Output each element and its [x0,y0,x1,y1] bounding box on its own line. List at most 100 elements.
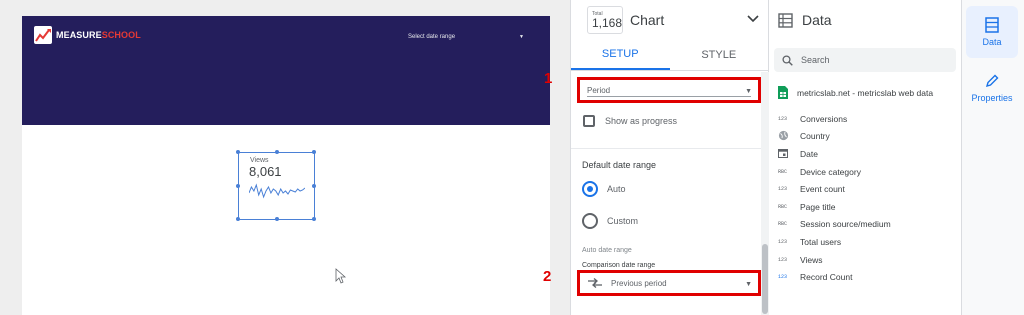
chart-type-bar: Total 1,168 Chart [571,0,768,40]
table-icon [778,12,793,28]
field-name: Device category [800,166,861,177]
radio-custom[interactable] [582,213,598,229]
dropdown-arrow-icon: ▼ [745,281,752,288]
resize-handle-ml[interactable] [236,184,240,188]
resize-handle-tl[interactable] [236,150,240,154]
comparison-date-range-heading: Comparison date range [582,262,656,269]
mouse-pointer-icon [335,268,347,284]
data-panel-header: Data [769,0,961,40]
rail-data-button[interactable]: Data [966,6,1018,58]
comparison-period-value: Previous period [611,278,667,288]
field-name: Session source/medium [800,219,891,230]
dropdown-arrow-icon: ▼ [745,88,752,95]
radio-custom-label: Custom [607,216,639,226]
field-item[interactable]: RBC Page title [778,198,891,216]
chevron-down-icon[interactable] [746,12,760,26]
default-date-range-heading: Default date range [582,160,657,170]
data-panel: Data Search metricslab.net - metricslab … [769,0,962,315]
google-sheets-icon [778,86,788,99]
field-name: Event count [800,184,845,195]
report-page: MEASURE SCHOOL Select date range ▼ Views … [22,16,550,315]
field-name: Conversions [800,113,848,124]
report-canvas: MEASURE SCHOOL Select date range ▼ Views … [0,0,570,315]
field-name: Record Count [800,272,853,283]
rail-data-label: Data [982,37,1002,47]
callout-number-1: 1 [544,70,553,87]
fields-list: 123 Conversions Country Date RBC Device categ… [778,110,891,286]
field-name: Views [800,254,823,265]
field-item[interactable]: RBC Session source/medium [778,216,891,234]
date-range-label: Select date range [408,34,456,40]
field-item[interactable]: RBC Device category [778,163,891,181]
scorecard-label: Views [250,157,269,164]
radio-auto[interactable] [582,181,598,197]
setup-scroll-area: Period ▼ Show as progress Default date r… [571,72,761,315]
radio-auto-row[interactable]: Auto [582,181,626,197]
globe-icon [778,130,791,143]
rail-properties-button[interactable]: Properties [966,62,1018,114]
comparison-dimension-value: Period [587,85,611,95]
properties-scrollbar[interactable] [761,72,769,315]
field-type-icon: RBC [778,203,788,210]
properties-tabs: SETUP STYLE [571,40,768,71]
field-type-icon: RBC [778,221,788,228]
rail-properties-label: Properties [971,93,1013,103]
auto-date-range-note: Auto date range [582,247,632,254]
field-item[interactable]: 123 Event count [778,180,891,198]
resize-handle-bc[interactable] [275,217,279,221]
resize-handle-tr[interactable] [312,150,316,154]
field-name: Page title [800,201,836,212]
field-name: Total users [800,236,842,247]
show-as-progress-checkbox[interactable] [583,115,595,127]
caret-down-icon: ▼ [519,34,524,40]
field-item[interactable]: Date [778,145,891,163]
field-type-icon: RBC [778,168,788,175]
show-as-progress-row[interactable]: Show as progress [583,115,677,127]
chart-properties-panel: Total 1,168 Chart SETUP STYLE Period ▼ S… [570,0,769,315]
calendar-icon [778,148,791,160]
scorecard-value: 8,061 [249,164,282,179]
scorecard-type-icon[interactable]: Total 1,168 [587,6,623,34]
compare-arrows-icon [588,278,602,288]
field-item[interactable]: 123 Record Count [778,268,891,286]
comparison-date-range-select[interactable]: Previous period ▼ [577,270,761,296]
pencil-icon [985,74,999,88]
date-range-control[interactable]: Select date range ▼ [408,31,524,43]
radio-custom-row[interactable]: Custom [582,213,638,229]
scorecard-sparkline [249,183,305,199]
data-source-name: metricslab.net - metricslab web data [797,87,934,98]
field-item[interactable]: Country [778,128,891,146]
tab-setup[interactable]: SETUP [571,40,670,70]
comparison-dimension-select[interactable]: Period ▼ [577,77,761,103]
field-type-icon: 123 [778,256,788,263]
field-type-icon: 123 [778,274,788,281]
data-table-icon [985,17,999,33]
field-underline [587,96,751,97]
measureschool-logo: MEASURE SCHOOL [34,26,141,44]
resize-handle-bl[interactable] [236,217,240,221]
scrollbar-thumb[interactable] [762,244,768,314]
scorecard-chart[interactable]: Views 8,061 [236,150,316,221]
search-icon [782,54,793,66]
field-item[interactable]: 123 Views [778,251,891,269]
resize-handle-mr[interactable] [312,184,316,188]
field-item[interactable]: 123 Conversions [778,110,891,128]
field-type-icon: 123 [778,238,788,245]
resize-handle-tc[interactable] [275,150,279,154]
data-source-row[interactable]: metricslab.net - metricslab web data [778,86,933,99]
chart-type-value: 1,168 [592,16,623,30]
field-item[interactable]: 123 Total users [778,233,891,251]
field-type-icon: 123 [778,186,788,193]
radio-auto-label: Auto [607,184,626,194]
search-placeholder: Search [801,55,830,65]
data-panel-title: Data [802,12,832,28]
section-divider [571,148,761,149]
tab-style[interactable]: STYLE [670,40,769,70]
field-search-input[interactable]: Search [774,48,956,72]
resize-handle-br[interactable] [312,217,316,221]
logo-text-secondary: SCHOOL [101,30,141,40]
chart-type-title: Chart [630,12,665,28]
right-rail: Data Properties [962,0,1024,315]
show-as-progress-label: Show as progress [605,116,678,126]
field-name: Country [800,131,830,142]
